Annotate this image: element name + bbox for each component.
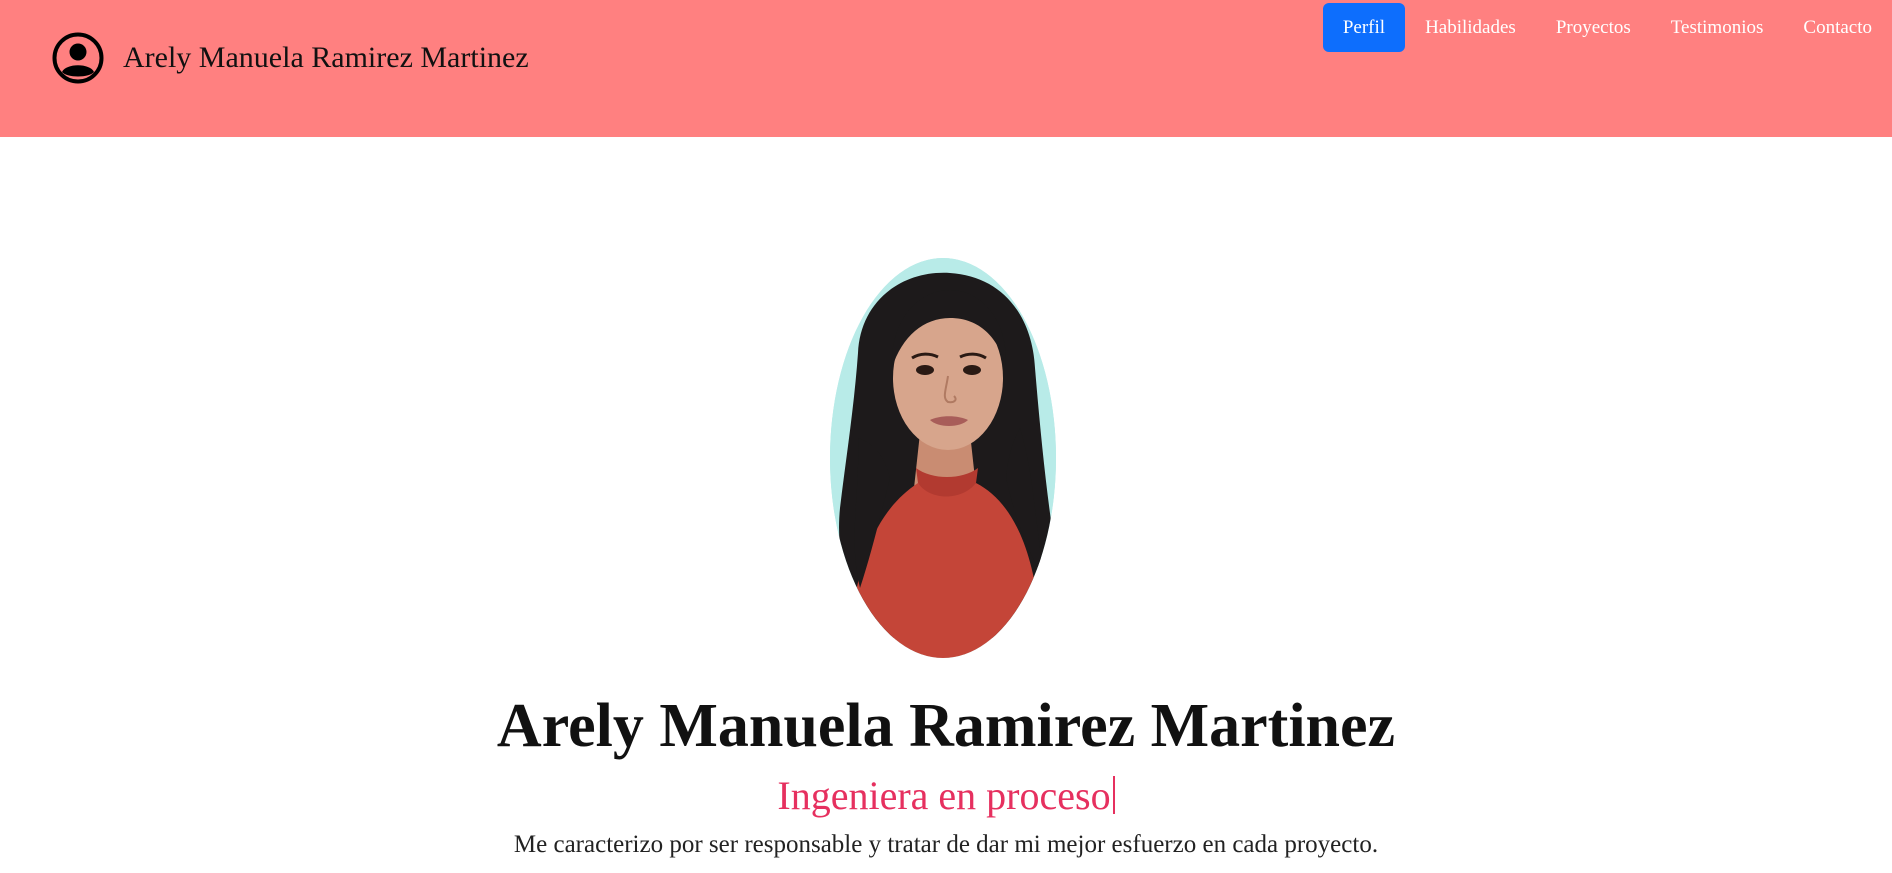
nav-link-proyectos[interactable]: Proyectos bbox=[1536, 3, 1651, 52]
profile-name: Arely Manuela Ramirez Martinez bbox=[496, 692, 1396, 760]
typing-caret bbox=[1112, 776, 1115, 814]
profile-photo-illustration bbox=[830, 258, 1056, 658]
profile-section: Arely Manuela Ramirez Martinez Ingeniera… bbox=[0, 137, 1892, 873]
profile-photo bbox=[830, 258, 1056, 658]
profile-description: Me caracterizo por ser responsable y tra… bbox=[513, 831, 1379, 858]
nav-link-perfil[interactable]: Perfil bbox=[1322, 3, 1406, 52]
nav-link-testimonios[interactable]: Testimonios bbox=[1651, 3, 1784, 52]
user-circle-icon bbox=[52, 32, 104, 84]
nav-link-habilidades[interactable]: Habilidades bbox=[1405, 3, 1536, 52]
main-nav: Perfil Habilidades Proyectos Testimonios… bbox=[1322, 3, 1892, 52]
brand[interactable]: Arely Manuela Ramirez Martinez bbox=[52, 32, 529, 84]
navbar: Arely Manuela Ramirez Martinez Perfil Ha… bbox=[0, 0, 1892, 137]
profile-role: Ingeniera en proceso bbox=[0, 773, 1892, 819]
nav-link-contacto[interactable]: Contacto bbox=[1783, 3, 1892, 52]
profile-role-text: Ingeniera en proceso bbox=[777, 773, 1111, 818]
brand-name: Arely Manuela Ramirez Martinez bbox=[123, 41, 529, 74]
